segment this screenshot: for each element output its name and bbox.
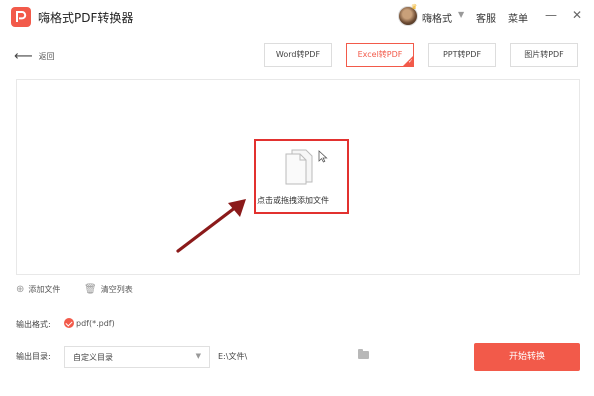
output-format-value[interactable]: pdf(*.pdf) bbox=[76, 319, 115, 328]
clear-list-button[interactable]: 🗑 清空列表 bbox=[84, 284, 133, 295]
tab-excel-to-pdf[interactable]: Excel转PDF ✓ bbox=[346, 43, 414, 67]
title-bar: 嗨格式PDF转换器 ♛ 嗨格式 ▼ 客服 菜单 — ✕ bbox=[0, 0, 594, 34]
plus-circle-icon: ⊕ bbox=[16, 284, 25, 295]
minimize-button[interactable]: — bbox=[544, 8, 558, 22]
tab-word-to-pdf[interactable]: Word转PDF bbox=[264, 43, 332, 67]
chevron-down-icon[interactable]: ▼ bbox=[458, 10, 464, 19]
app-logo-icon bbox=[11, 7, 31, 27]
tab-ppt-to-pdf[interactable]: PPT转PDF bbox=[428, 43, 496, 67]
close-button[interactable]: ✕ bbox=[570, 8, 584, 22]
tab-label: PPT转PDF bbox=[442, 50, 482, 59]
app-title: 嗨格式PDF转换器 bbox=[38, 11, 134, 25]
tab-image-to-pdf[interactable]: 图片转PDF bbox=[510, 43, 578, 67]
folder-icon[interactable] bbox=[358, 349, 369, 359]
username[interactable]: 嗨格式 bbox=[422, 10, 452, 25]
tab-label: 图片转PDF bbox=[524, 50, 564, 59]
output-dir-path: E:\文件\ bbox=[218, 352, 248, 361]
annotation-arrow-icon bbox=[170, 195, 254, 261]
annotation-highlight-box bbox=[254, 139, 349, 214]
radio-checked-icon[interactable] bbox=[64, 318, 74, 328]
back-label: 返回 bbox=[38, 52, 55, 61]
tab-label: Excel转PDF bbox=[357, 50, 403, 59]
back-button[interactable]: ⟵ 返回 bbox=[14, 49, 55, 64]
tab-label: Word转PDF bbox=[275, 50, 321, 59]
output-dir-select[interactable]: 自定义目录 ▼ bbox=[64, 346, 210, 368]
output-dir-label: 输出目录: bbox=[16, 352, 51, 361]
arrow-left-icon: ⟵ bbox=[14, 49, 33, 64]
add-file-button[interactable]: ⊕ 添加文件 bbox=[16, 284, 60, 295]
chevron-down-icon: ▼ bbox=[195, 352, 201, 360]
output-dir-select-value: 自定义目录 bbox=[73, 353, 113, 362]
output-format-label: 输出格式: bbox=[16, 320, 51, 329]
clear-list-label: 清空列表 bbox=[100, 285, 133, 294]
start-convert-button[interactable]: 开始转换 bbox=[474, 343, 580, 371]
crown-icon: ♛ bbox=[411, 3, 418, 11]
menu-link[interactable]: 菜单 bbox=[508, 10, 528, 25]
support-link[interactable]: 客服 bbox=[476, 10, 496, 25]
add-file-label: 添加文件 bbox=[28, 285, 61, 294]
trash-icon: 🗑 bbox=[84, 284, 97, 295]
check-icon: ✓ bbox=[407, 58, 413, 65]
